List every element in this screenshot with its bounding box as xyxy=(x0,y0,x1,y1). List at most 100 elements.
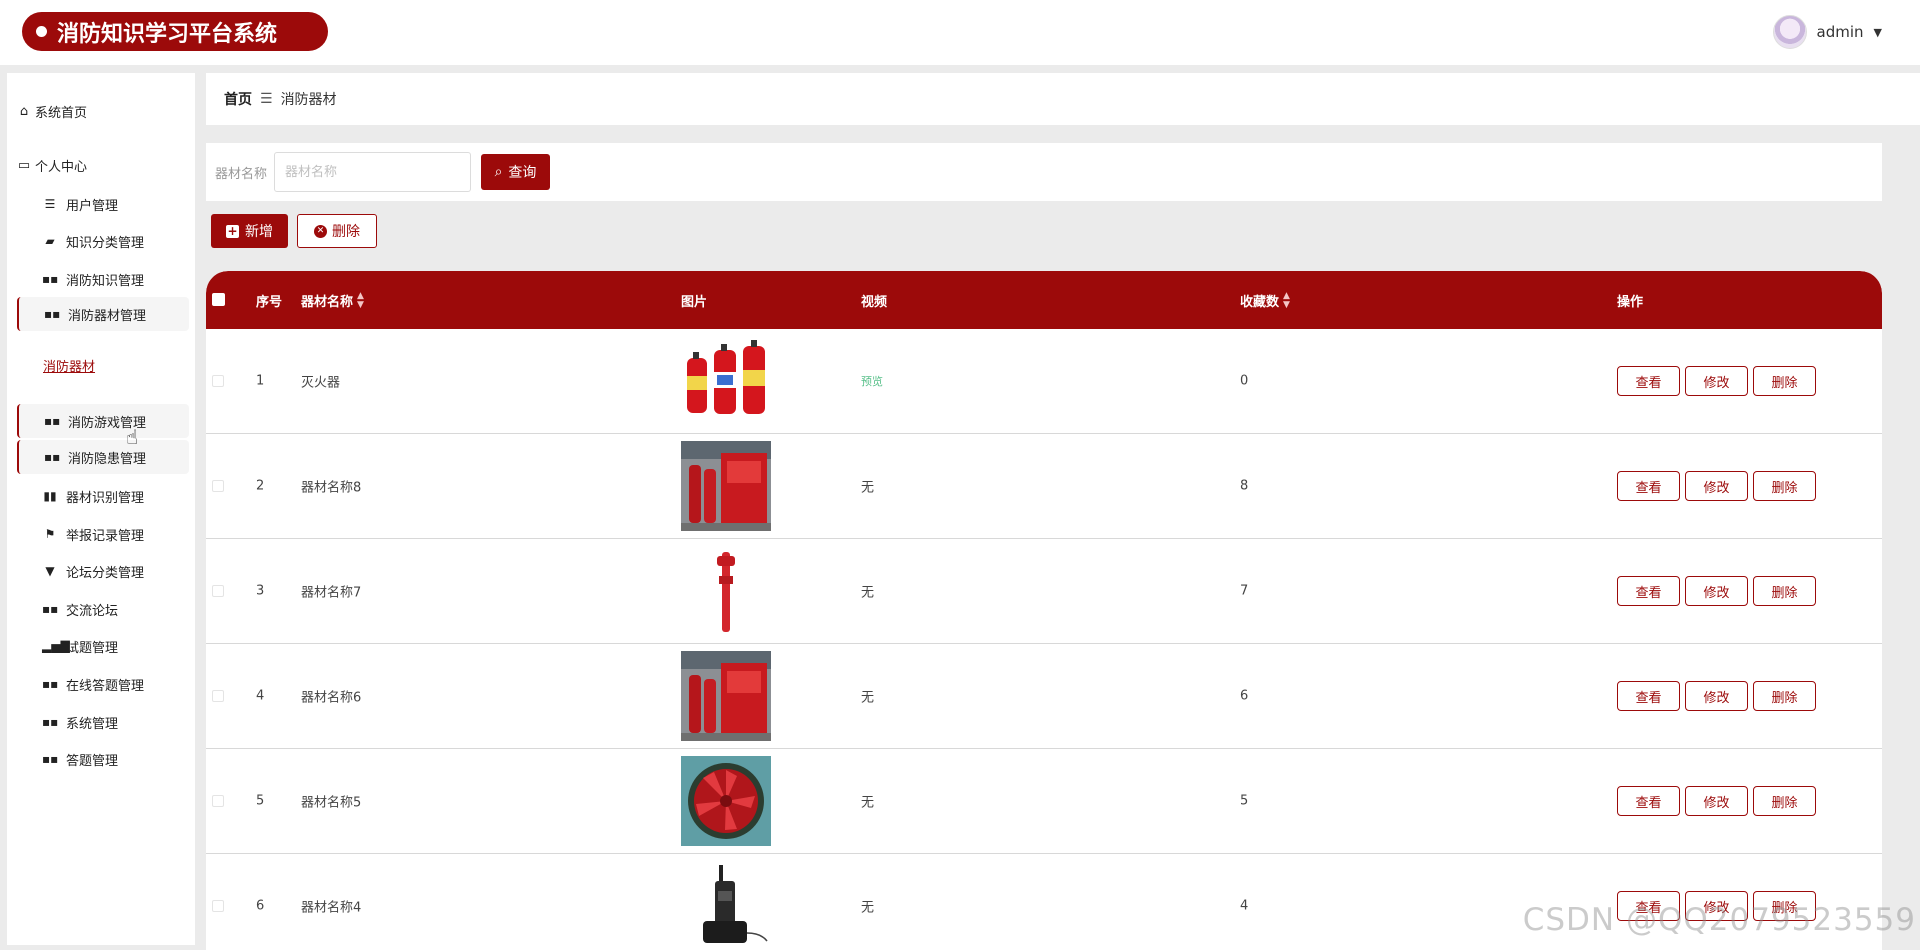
sidebar-item-questions[interactable]: ▂▅▇ 试题管理 xyxy=(17,629,189,663)
view-button[interactable]: 查看 xyxy=(1617,681,1680,711)
row-checkbox[interactable] xyxy=(212,795,224,807)
view-button[interactable]: 查看 xyxy=(1617,471,1680,501)
search-icon: ⌕ xyxy=(494,164,503,180)
row-checkbox[interactable] xyxy=(212,585,224,597)
delete-button[interactable]: 删除 xyxy=(1753,366,1816,396)
batch-delete-label: 删除 xyxy=(332,224,360,240)
breadcrumb-home[interactable]: 首页 xyxy=(224,89,252,109)
pin-icon: ▼ xyxy=(45,564,55,578)
sidebar-item-game[interactable]: ▪▪ 消防游戏管理 xyxy=(17,404,189,438)
delete-button[interactable]: 删除 xyxy=(1753,786,1816,816)
hand-cursor-icon: ☝ xyxy=(126,425,139,449)
delete-button[interactable]: 删除 xyxy=(1753,681,1816,711)
sidebar-item-personal[interactable]: ▭ 个人中心 xyxy=(17,148,189,182)
delete-button[interactable]: 删除 xyxy=(1753,576,1816,606)
search-button[interactable]: ⌕ 查询 xyxy=(481,154,550,190)
col-fav[interactable]: 收藏数 ▲ ▼ xyxy=(1240,291,1290,310)
search-label: 器材名称 xyxy=(215,167,268,182)
row-index: 2 xyxy=(256,478,265,494)
table-row: 3 器材名称7 无 7 查看 修改 删除 xyxy=(206,539,1882,644)
select-all-checkbox[interactable] xyxy=(212,293,225,306)
grid-icon: ▪▪ xyxy=(44,450,61,464)
app-logo[interactable]: 消防知识学习平台系统 xyxy=(22,12,328,51)
logo-dot-icon xyxy=(36,26,47,37)
row-name: 器材名称6 xyxy=(301,690,362,706)
fire-extinguishers-image xyxy=(681,336,771,426)
sidebar-item-report[interactable]: ⚑ 举报记录管理 xyxy=(17,517,189,551)
grid-icon: ▪▪ xyxy=(42,715,59,729)
sidebar-item-hazard[interactable]: ▪▪ 消防隐患管理 xyxy=(17,440,189,474)
sidebar-item-label: 知识分类管理 xyxy=(66,235,145,251)
col-ops: 操作 xyxy=(1617,295,1644,310)
view-button[interactable]: 查看 xyxy=(1617,786,1680,816)
sidebar-item-label: 器材识别管理 xyxy=(66,490,145,506)
edit-button[interactable]: 修改 xyxy=(1685,471,1748,501)
search-input[interactable] xyxy=(274,152,471,192)
row-index: 3 xyxy=(256,583,265,599)
col-fav-label: 收藏数 xyxy=(1240,295,1280,310)
sidebar-item-online-quiz[interactable]: ▪▪ 在线答题管理 xyxy=(17,667,189,701)
row-video: 无 xyxy=(861,795,875,811)
grid-icon: ▪▪ xyxy=(44,414,61,428)
add-button[interactable]: + 新增 xyxy=(211,214,288,248)
sidebar-item-label: 消防知识管理 xyxy=(66,273,145,289)
folder-icon: ▰ xyxy=(45,234,55,248)
table-row: 5 器材名称5 无 5 查看 修改 删除 xyxy=(206,749,1882,854)
search-button-label: 查询 xyxy=(508,165,537,181)
edit-button[interactable]: 修改 xyxy=(1685,786,1748,816)
video-preview-link[interactable]: 预览 xyxy=(861,373,883,389)
sidebar-item-home[interactable]: ⌂ 系统首页 xyxy=(17,94,189,128)
sidebar-item-label: 试题管理 xyxy=(66,640,119,656)
sidebar-item-knowledge-category[interactable]: ▰ 知识分类管理 xyxy=(17,224,189,258)
col-name[interactable]: 器材名称 ▲ ▼ xyxy=(301,291,364,310)
row-index: 4 xyxy=(256,688,265,704)
row-checkbox[interactable] xyxy=(212,900,224,912)
sort-icon[interactable]: ▲ ▼ xyxy=(1283,291,1290,310)
fire-pump-image xyxy=(681,546,771,636)
grid-icon: ▪▪ xyxy=(42,677,59,691)
batch-delete-button[interactable]: ✕ 删除 xyxy=(297,214,377,248)
row-index: 1 xyxy=(256,373,265,389)
sidebar-item-recognition[interactable]: ▮▮ 器材识别管理 xyxy=(17,479,189,513)
edit-button[interactable]: 修改 xyxy=(1685,576,1748,606)
sidebar-item-label: 在线答题管理 xyxy=(66,678,145,694)
col-name-label: 器材名称 xyxy=(301,295,354,310)
sidebar-subitem-equipment[interactable]: 消防器材 xyxy=(43,356,95,375)
breadcrumb: 首页 ☰ 消防器材 xyxy=(206,73,1920,125)
search-bar: 器材名称 ⌕ 查询 xyxy=(206,143,1882,201)
sidebar-item-label: 个人中心 xyxy=(35,159,88,175)
sidebar-item-answers[interactable]: ▪▪ 答题管理 xyxy=(17,742,189,776)
caret-down-icon[interactable]: ▼ xyxy=(1874,26,1882,39)
edit-button[interactable]: 修改 xyxy=(1685,366,1748,396)
row-name: 器材名称8 xyxy=(301,480,362,496)
row-checkbox[interactable] xyxy=(212,480,224,492)
row-fav: 8 xyxy=(1240,478,1249,494)
extinguisher-cabinet-image xyxy=(681,651,771,741)
view-button[interactable]: 查看 xyxy=(1617,576,1680,606)
row-video: 无 xyxy=(861,900,875,916)
sidebar-item-forum[interactable]: ▪▪ 交流论坛 xyxy=(17,592,189,626)
delete-button[interactable]: 删除 xyxy=(1753,471,1816,501)
sidebar-item-forum-category[interactable]: ▼ 论坛分类管理 xyxy=(17,554,189,588)
sidebar-item-label: 消防隐患管理 xyxy=(68,451,147,467)
sort-icon[interactable]: ▲ ▼ xyxy=(357,291,364,310)
grid-icon: ▪▪ xyxy=(42,272,59,286)
view-button[interactable]: 查看 xyxy=(1617,366,1680,396)
watermark: CSDN @QQ2079523559 xyxy=(1522,902,1916,938)
book-icon: ▮▮ xyxy=(43,489,57,503)
grid-icon: ▪▪ xyxy=(42,602,59,616)
row-checkbox[interactable] xyxy=(212,375,224,387)
sidebar-item-users[interactable]: ☰ 用户管理 xyxy=(17,187,189,221)
edit-button[interactable]: 修改 xyxy=(1685,681,1748,711)
user-name[interactable]: admin xyxy=(1817,23,1864,41)
row-checkbox[interactable] xyxy=(212,690,224,702)
row-video: 无 xyxy=(861,585,875,601)
user-menu[interactable]: admin ▼ xyxy=(1772,15,1882,49)
row-fav: 0 xyxy=(1240,373,1249,389)
sidebar-item-label: 系统管理 xyxy=(66,716,119,732)
sidebar-item-equipment[interactable]: ▪▪ 消防器材管理 xyxy=(17,297,189,331)
avatar[interactable] xyxy=(1772,15,1807,49)
add-button-label: 新增 xyxy=(245,224,273,240)
sidebar-item-system[interactable]: ▪▪ 系统管理 xyxy=(17,705,189,739)
sidebar-item-knowledge[interactable]: ▪▪ 消防知识管理 xyxy=(17,262,189,296)
